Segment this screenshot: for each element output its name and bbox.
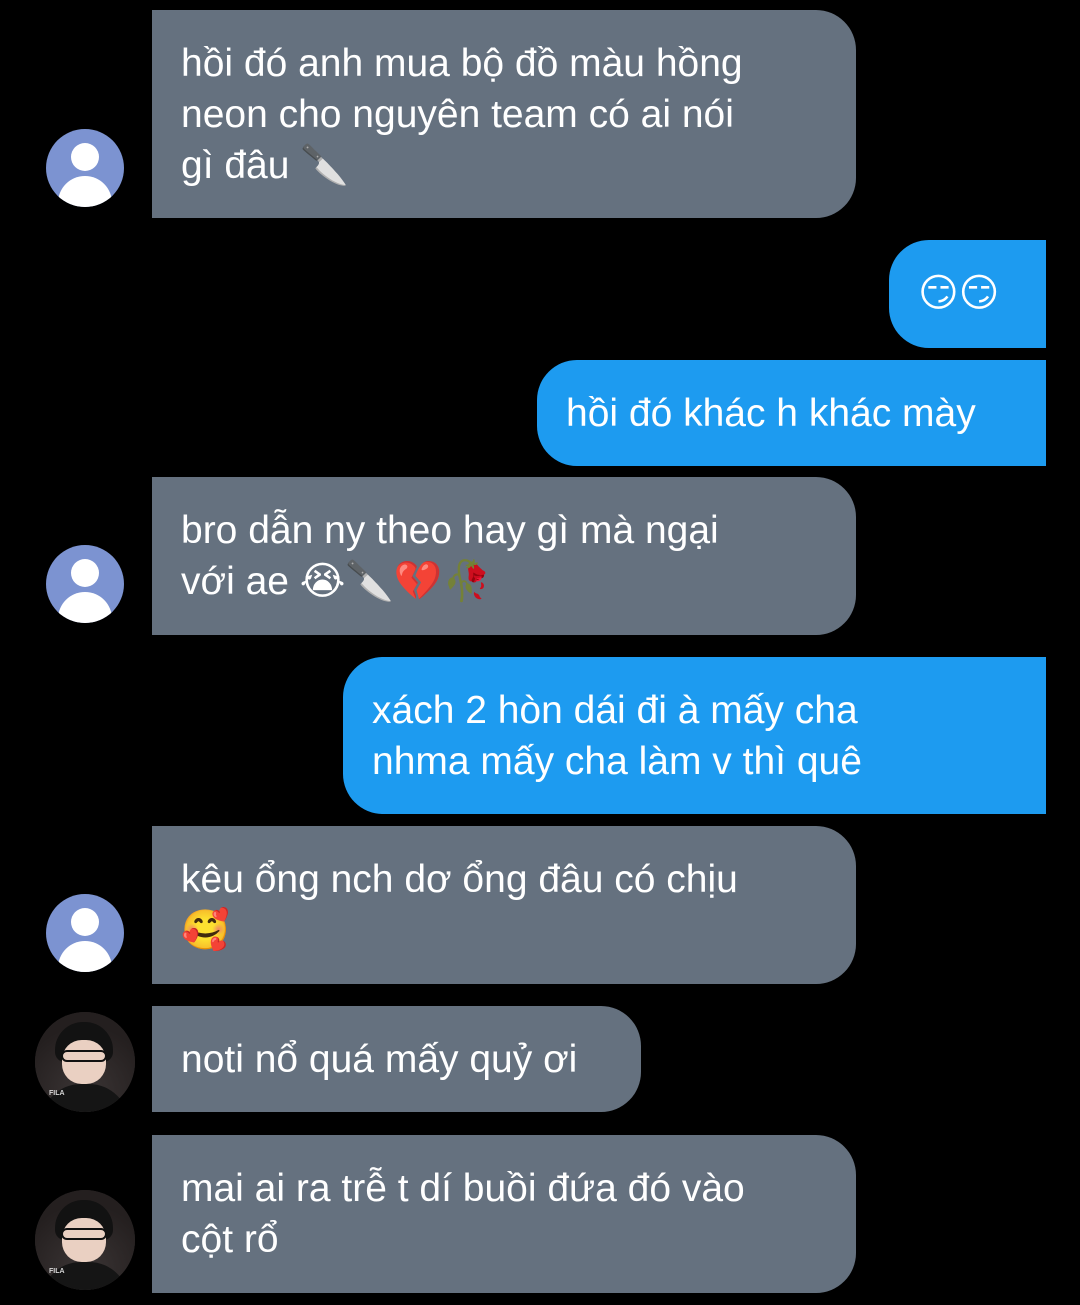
user-shoulders-icon (58, 592, 112, 623)
avatar-photo-face (62, 1218, 106, 1262)
sender-avatar-default[interactable] (46, 894, 124, 972)
message-bubble-incoming[interactable]: noti nổ quá mấy quỷ ơi (152, 1006, 641, 1112)
avatar-photo-face (62, 1040, 106, 1084)
user-head-icon (71, 143, 99, 171)
message-bubble-outgoing[interactable]: 😏😏 (889, 240, 1046, 348)
avatar-photo-mark: FILA (49, 1268, 65, 1275)
user-head-icon (71, 908, 99, 936)
message-bubble-incoming[interactable]: mai ai ra trễ t dí buồi đứa đó vào cột r… (152, 1135, 856, 1293)
message-bubble-outgoing[interactable]: xách 2 hòn dái đi à mấy cha nhma mấy cha… (343, 657, 1046, 814)
sender-avatar-default[interactable] (46, 129, 124, 207)
message-bubble-incoming[interactable]: bro dẫn ny theo hay gì mà ngại với ae 😭🔪… (152, 477, 856, 635)
sender-avatar-default[interactable] (46, 545, 124, 623)
message-bubble-incoming[interactable]: kêu ổng nch dơ ổng đâu có chịu 🥰 (152, 826, 856, 984)
sender-avatar-photo[interactable]: FILA (35, 1012, 135, 1112)
message-bubble-incoming[interactable]: hồi đó anh mua bộ đồ màu hồng neon cho n… (152, 10, 856, 218)
message-bubble-outgoing[interactable]: hồi đó khác h khác mày (537, 360, 1046, 466)
sender-avatar-photo[interactable]: FILA (35, 1190, 135, 1290)
avatar-photo-mark: FILA (49, 1090, 65, 1097)
avatar-photo-glasses (61, 1050, 107, 1062)
user-head-icon (71, 559, 99, 587)
user-shoulders-icon (58, 941, 112, 972)
user-shoulders-icon (58, 176, 112, 207)
avatar-photo-glasses (61, 1228, 107, 1240)
